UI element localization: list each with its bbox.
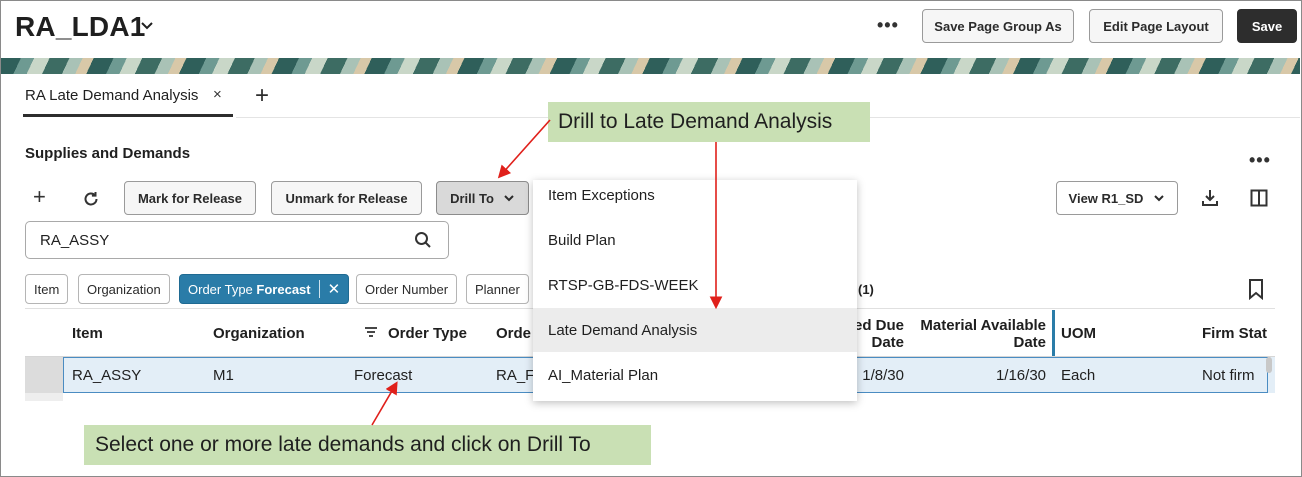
- section-more-icon[interactable]: •••: [1249, 150, 1271, 171]
- cell-organization: M1: [213, 367, 234, 384]
- cell-firm-status: Not firm: [1202, 367, 1255, 384]
- active-tab-indicator: [23, 114, 233, 117]
- filter-chip-value: Forecast: [256, 281, 311, 297]
- column-header-order-type[interactable]: Order Type: [388, 325, 467, 342]
- close-icon[interactable]: ✕: [318, 280, 340, 298]
- view-label: View R1_SD: [1068, 190, 1144, 206]
- page-header: RA_LDA1 ••• Save Page Group As Edit Page…: [1, 1, 1300, 58]
- column-header-order-number[interactable]: Orde: [496, 325, 531, 342]
- refresh-icon[interactable]: [82, 190, 100, 208]
- filter-icon: [365, 327, 377, 337]
- menu-item-build-plan[interactable]: Build Plan: [533, 218, 857, 262]
- drill-to-label: Drill To: [450, 190, 494, 206]
- save-page-group-as-button[interactable]: Save Page Group As: [922, 9, 1074, 43]
- edit-page-layout-button[interactable]: Edit Page Layout: [1089, 9, 1223, 43]
- cell-material-available-date: 1/16/30: [995, 367, 1046, 384]
- more-actions-icon[interactable]: •••: [877, 15, 899, 36]
- cell-order-number: RA_F: [496, 367, 535, 384]
- download-icon[interactable]: [1200, 188, 1220, 208]
- column-resize-handle[interactable]: [1052, 310, 1055, 356]
- scrollbar[interactable]: [1266, 357, 1272, 373]
- menu-item-ai-material-plan[interactable]: AI_Material Plan: [533, 353, 857, 397]
- annotation-callout: Select one or more late demands and clic…: [84, 425, 651, 465]
- filter-chip-item[interactable]: Item: [25, 274, 69, 304]
- filter-chip-planner[interactable]: Planner: [466, 274, 529, 304]
- chevron-down-icon[interactable]: [139, 18, 155, 34]
- page-title: RA_LDA1: [15, 11, 146, 42]
- menu-item-rtsp-gb-fds-week[interactable]: RTSP-GB-FDS-WEEK: [533, 263, 857, 307]
- menu-item-item-exceptions[interactable]: Item Exceptions: [533, 180, 857, 210]
- cell-item: RA_ASSY: [72, 367, 142, 384]
- search-input[interactable]: RA_ASSY: [25, 221, 449, 259]
- column-header-item[interactable]: Item: [72, 325, 103, 342]
- search-icon[interactable]: [414, 231, 432, 249]
- filter-chip-order-number[interactable]: Order Number: [356, 274, 458, 304]
- columns-icon[interactable]: [1250, 189, 1268, 207]
- column-header-material-available-date[interactable]: Material Available Date: [912, 317, 1046, 351]
- section-title: Supplies and Demands: [25, 145, 191, 162]
- column-header-uom[interactable]: UOM: [1061, 325, 1096, 342]
- unmark-for-release-button[interactable]: Unmark for Release: [271, 181, 422, 215]
- search-value: RA_ASSY: [40, 232, 110, 249]
- row-selector[interactable]: [25, 357, 63, 393]
- column-header-organization[interactable]: Organization: [213, 325, 305, 342]
- row-selector[interactable]: [25, 393, 63, 401]
- header-line: Material Available: [920, 317, 1046, 334]
- mark-for-release-button[interactable]: Mark for Release: [124, 181, 256, 215]
- view-selector[interactable]: View R1_SD: [1056, 181, 1178, 215]
- menu-item-late-demand-analysis[interactable]: Late Demand Analysis: [533, 308, 857, 352]
- add-icon[interactable]: +: [33, 184, 46, 210]
- chevron-down-icon: [504, 195, 514, 202]
- annotation-callout: Drill to Late Demand Analysis: [548, 102, 870, 142]
- result-count: (1): [858, 282, 874, 297]
- decorative-banner: [1, 58, 1300, 74]
- cell-order-type: Forecast: [354, 367, 413, 384]
- filter-chip-organization[interactable]: Organization: [78, 274, 170, 304]
- bookmark-icon[interactable]: [1247, 278, 1265, 300]
- tab-ra-late-demand-analysis[interactable]: RA Late Demand Analysis: [25, 87, 198, 104]
- close-icon[interactable]: ×: [213, 86, 222, 103]
- chevron-down-icon: [1154, 195, 1165, 202]
- filter-chip-label: Order Type: [188, 281, 253, 297]
- save-button[interactable]: Save: [1237, 9, 1297, 43]
- column-header-firm-status[interactable]: Firm Stat: [1202, 325, 1270, 342]
- header-line: Date: [1013, 334, 1046, 351]
- filter-chip-order-type[interactable]: Order Type Forecast ✕: [179, 274, 350, 304]
- add-tab-icon[interactable]: +: [255, 82, 269, 110]
- drill-to-menu: Item Exceptions Build Plan RTSP-GB-FDS-W…: [533, 180, 857, 401]
- drill-to-button[interactable]: Drill To: [436, 181, 529, 215]
- cell-uom: Each: [1061, 367, 1096, 384]
